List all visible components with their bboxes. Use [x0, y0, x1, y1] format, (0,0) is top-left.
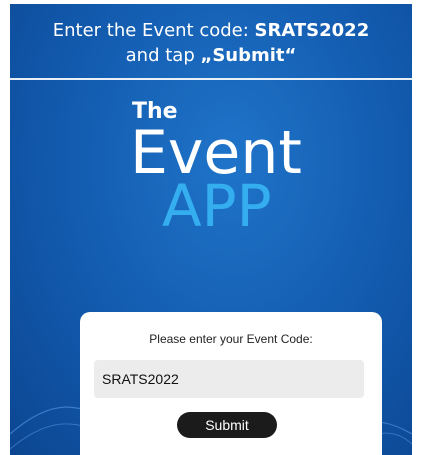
event-code-card: Please enter your Event Code: Submit [80, 312, 382, 455]
app-screen: Enter the Event code: SRATS2022 and tap … [10, 4, 412, 455]
instruction-prefix: Enter the Event code: [52, 20, 255, 41]
logo-app: APP [162, 172, 272, 240]
submit-button[interactable]: Submit [177, 412, 277, 438]
event-app-logo: The Event APP [130, 100, 350, 250]
header-divider [10, 78, 412, 80]
instruction-text: Enter the Event code: SRATS2022 and tap … [10, 4, 412, 76]
instruction-tap-text: and tap [125, 45, 201, 66]
instruction-event-code: SRATS2022 [254, 20, 370, 41]
instruction-submit-word: „Submit“ [200, 45, 297, 66]
event-code-input[interactable] [94, 360, 364, 398]
event-code-label: Please enter your Event Code: [149, 332, 313, 346]
instruction-line-2: and tap „Submit“ [10, 43, 412, 68]
instruction-line-1: Enter the Event code: SRATS2022 [10, 18, 412, 43]
